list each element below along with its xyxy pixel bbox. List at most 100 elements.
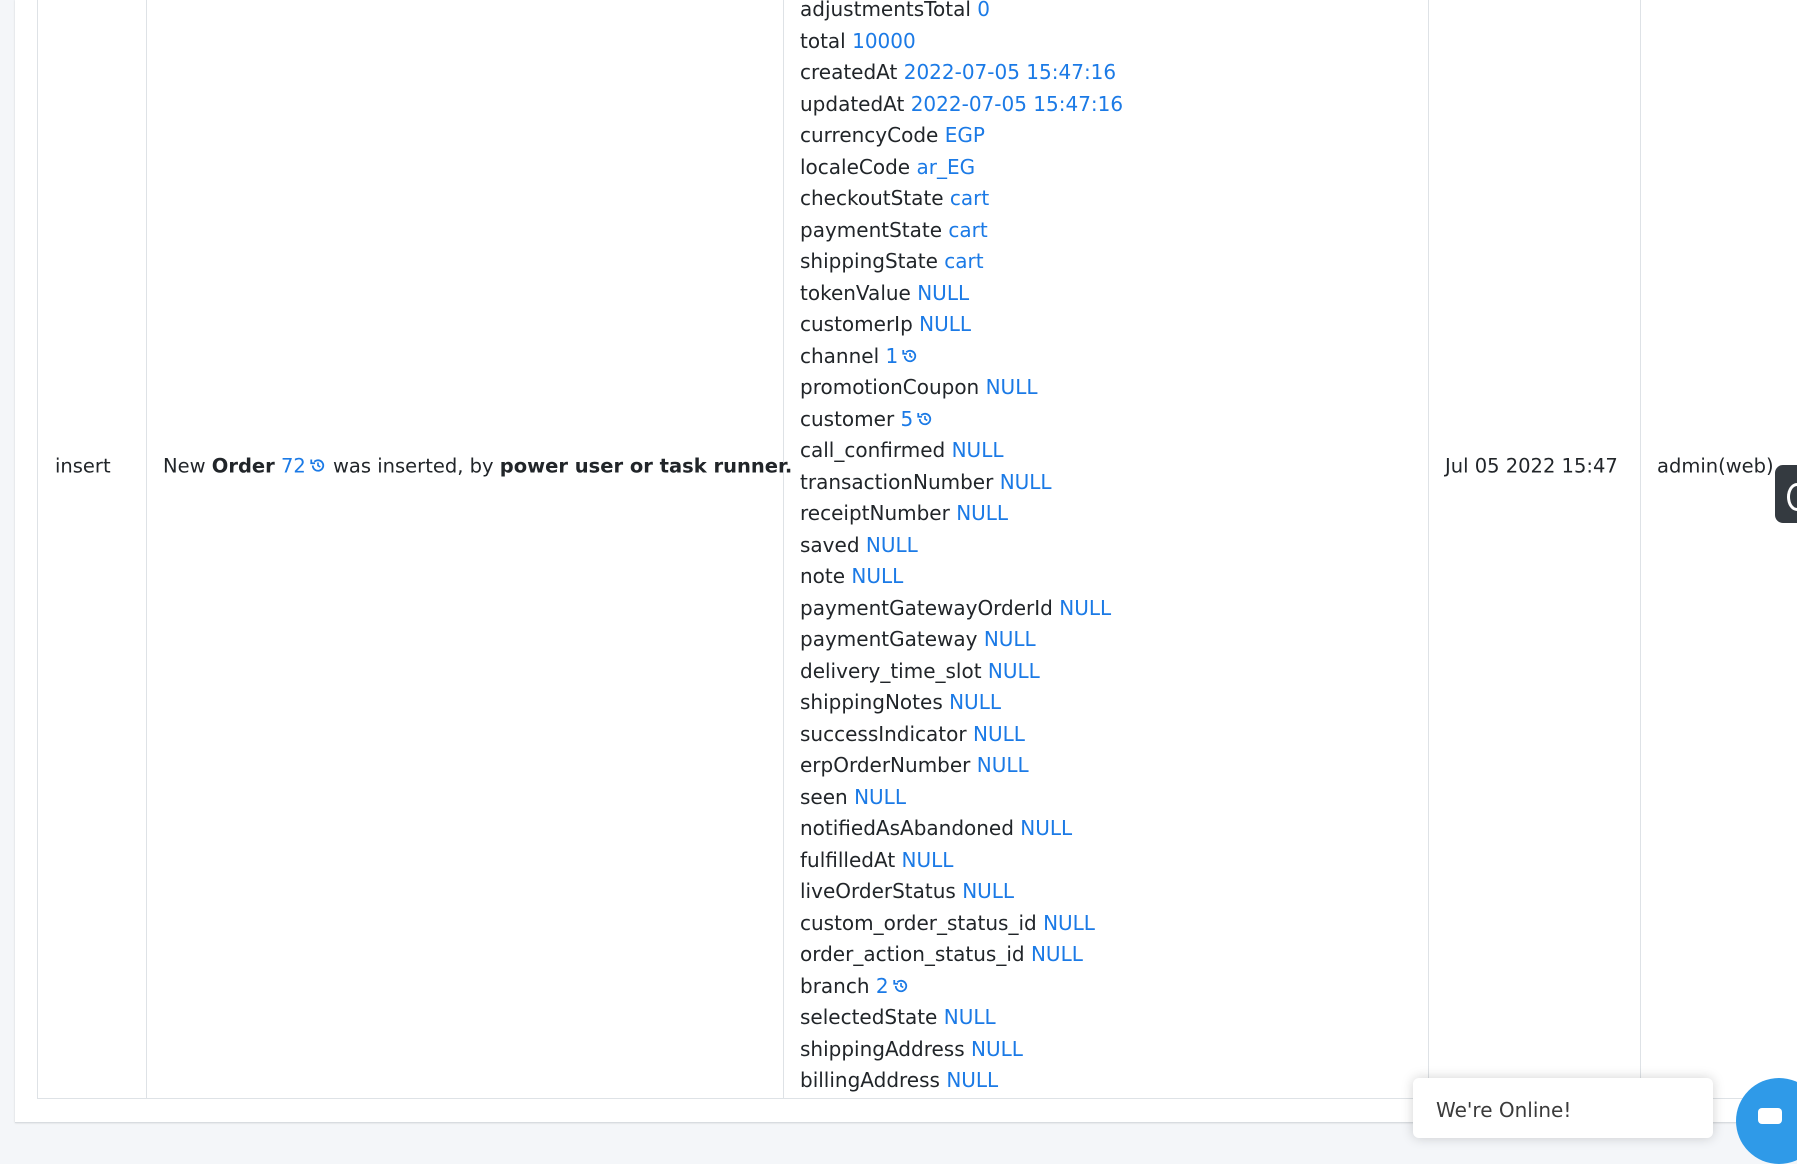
detail-row: transactionNumber NULL [800,467,1123,499]
detail-key: total [800,28,846,53]
action-type: insert [55,454,111,478]
log-user: admin(web) [1657,454,1774,478]
detail-row: checkoutState cart [800,183,1123,215]
detail-value: cart [948,217,988,242]
detail-row: tokenValue NULL [800,278,1123,310]
detail-key: customer [800,406,895,431]
detail-key: billingAddress [800,1068,940,1092]
detail-value: NULL [865,532,918,557]
detail-key: branch [800,973,870,998]
detail-value-link[interactable]: 5 [901,407,914,431]
chat-status-box[interactable]: We're Online! [1413,1078,1713,1138]
detail-value: NULL [970,1036,1023,1061]
detail-row: liveOrderStatus NULL [800,876,1123,908]
detail-key: localeCode [800,154,911,179]
detail-row: order_action_status_id NULL [800,939,1123,971]
detail-value: NULL [962,879,1015,903]
log-date: Jul 05 2022 15:47 [1445,454,1618,478]
detail-row: shippingNotes NULL [800,687,1123,719]
detail-value: NULL [987,658,1040,683]
detail-row: promotionCoupon NULL [800,372,1123,404]
detail-row: delivery_time_slot NULL [800,656,1123,688]
detail-value-link[interactable]: 1 [886,344,899,368]
side-tab-icon [1787,483,1797,511]
detail-key: promotionCoupon [800,375,980,399]
detail-row: billingAddress NULL [800,1065,1123,1097]
detail-key: paymentGateway [800,627,978,651]
detail-value: NULL [956,501,1009,525]
detail-key: adjustmentsTotal [800,0,971,21]
history-icon[interactable] [892,977,910,995]
actor-name: power user or task runner. [499,454,793,478]
detail-value: NULL [1043,910,1095,935]
history-icon[interactable] [901,347,919,365]
detail-key: notifiedAsAbandoned [800,816,1014,840]
detail-row: channel 1 [800,341,1123,373]
history-icon[interactable] [916,410,934,428]
detail-key: delivery_time_slot [800,658,982,683]
detail-key: custom_order_status_id [800,910,1037,935]
detail-row: notifiedAsAbandoned NULL [800,813,1123,845]
side-panel-tab[interactable] [1775,465,1797,523]
detail-key: customerIp [800,312,913,336]
detail-value: NULL [972,721,1025,746]
detail-key: saved [800,532,860,557]
detail-row: receiptNumber NULL [800,498,1123,530]
detail-value: NULL [917,280,970,305]
date-cell: Jul 05 2022 15:47 [1428,0,1641,1098]
detail-row: paymentState cart [800,215,1123,247]
detail-row: updatedAt 2022-07-05 15:47:16 [800,89,1123,121]
detail-row: createdAt 2022-07-05 15:47:16 [800,57,1123,89]
chat-status-text: We're Online! [1436,1098,1572,1122]
detail-value: NULL [985,375,1038,399]
detail-row: selectedState NULL [800,1002,1123,1034]
action-cell: insert [38,0,147,1098]
detail-key: currencyCode [800,123,939,147]
detail-key: checkoutState [800,186,944,210]
order-id-link[interactable]: 72 [281,455,306,478]
detail-value: cart [949,186,990,210]
detail-row: paymentGatewayOrderId NULL [800,593,1123,625]
detail-key: updatedAt [800,91,905,116]
detail-value: 2022-07-05 15:47:16 [903,60,1117,84]
detail-row: note NULL [800,561,1123,593]
detail-key: paymentState [800,217,943,242]
detail-key: receiptNumber [800,501,950,525]
detail-value: EGP [944,123,985,147]
detail-row: localeCode ar_EG [800,152,1123,184]
detail-value: 0 [977,0,990,21]
history-icon[interactable] [309,457,327,475]
detail-value: NULL [951,438,1004,462]
detail-value: NULL [946,1068,999,1092]
detail-value: NULL [851,564,904,588]
detail-value-link[interactable]: 2 [876,974,889,998]
detail-key: channel [800,343,880,368]
detail-row: saved NULL [800,530,1123,562]
detail-value: cart [944,249,984,273]
detail-row: adjustmentsTotal 0 [800,0,1123,26]
details-cell: adjustmentsTotal 0 total 10000 createdAt 2… [783,0,1429,1098]
detail-row: currencyCode EGP [800,120,1123,152]
detail-value: 10000 [852,28,916,53]
detail-key: liveOrderStatus [800,879,956,903]
detail-value: NULL [943,1005,996,1029]
detail-key: shippingNotes [800,690,943,714]
detail-value: NULL [983,627,1036,651]
detail-key: tokenValue [800,280,911,305]
detail-value: NULL [901,847,954,872]
detail-key: fulfilledAt [800,847,896,872]
detail-row: branch 2 [800,971,1123,1003]
detail-row: shippingAddress NULL [800,1034,1123,1066]
detail-row: customer 5 [800,404,1123,436]
detail-value: NULL [999,469,1052,494]
detail-value: ar_EG [916,154,976,179]
detail-value: NULL [854,784,906,809]
details-list: adjustmentsTotal 0 total 10000 createdAt 2… [800,0,1123,1097]
detail-value: NULL [919,312,972,336]
detail-key: order_action_status_id [800,942,1025,966]
detail-key: successIndicator [800,721,967,746]
detail-key: selectedState [800,1005,938,1029]
detail-key: call_confirmed [800,438,946,462]
detail-key: erpOrderNumber [800,753,971,777]
message-prefix: New [163,454,206,478]
